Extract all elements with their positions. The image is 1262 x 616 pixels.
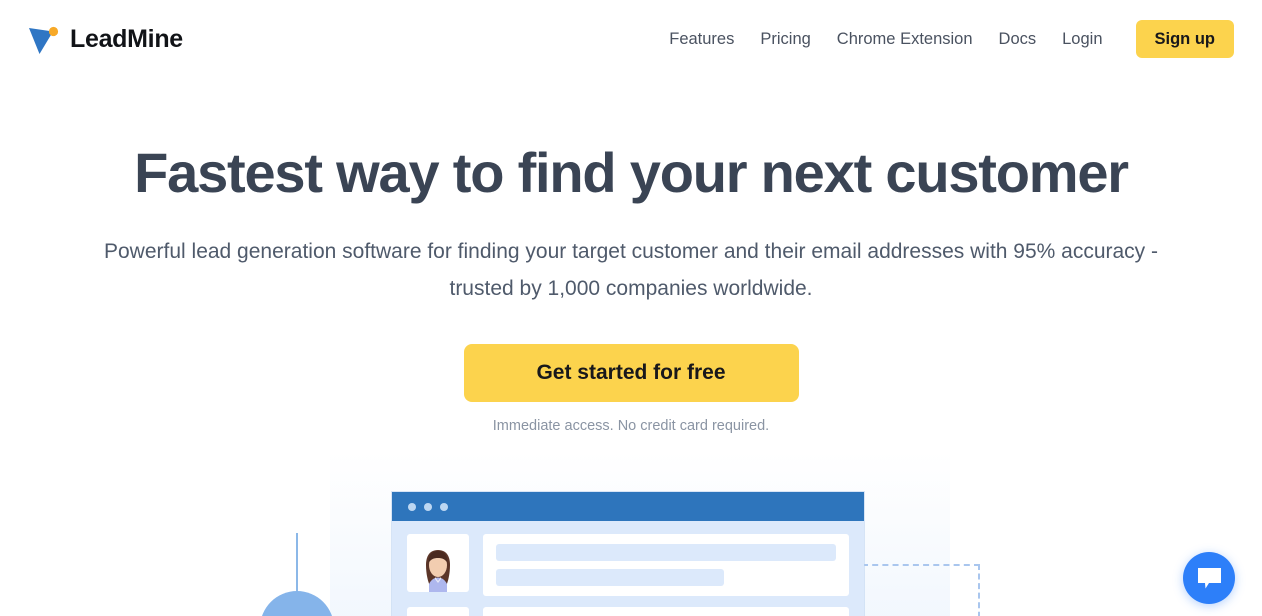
signup-button[interactable]: Sign up: [1135, 19, 1234, 59]
site-header: LeadMine Features Pricing Chrome Extensi…: [0, 0, 1262, 78]
hero-illustration: [0, 452, 1262, 616]
nav-item-login[interactable]: Login: [1049, 31, 1115, 48]
browser-title-bar: [392, 492, 864, 521]
map-pin-marker-icon: [260, 591, 334, 616]
get-started-button[interactable]: Get started for free: [463, 343, 799, 402]
nav-item-docs[interactable]: Docs: [986, 31, 1050, 48]
hero-section: Fastest way to find your next customer P…: [0, 78, 1262, 433]
avatar: [407, 607, 469, 616]
window-dot-icon: [440, 502, 448, 511]
hero-cta-group: Get started for free Immediate access. N…: [0, 343, 1262, 434]
browser-window-mockup: [392, 492, 864, 616]
window-dot-icon: [424, 502, 432, 511]
dashed-outline-card: [862, 564, 980, 616]
list-item: [407, 607, 849, 616]
page-title: Fastest way to find your next customer: [134, 141, 1129, 204]
placeholder-bar-long: [496, 544, 836, 561]
nav-item-chrome-extension[interactable]: Chrome Extension: [824, 31, 986, 48]
list-item: [407, 534, 849, 596]
landing-page: LeadMine Features Pricing Chrome Extensi…: [0, 0, 1262, 616]
main-navigation: Features Pricing Chrome Extension Docs L…: [656, 19, 1234, 59]
chat-widget-button[interactable]: [1183, 552, 1235, 604]
browser-content-area: [392, 521, 864, 616]
placeholder-bar-short: [496, 569, 724, 586]
content-placeholder-card: [483, 607, 849, 616]
hero-subtitle: Powerful lead generation software for fi…: [103, 239, 1159, 300]
brand-name: LeadMine: [70, 24, 183, 53]
content-placeholder-card: [483, 534, 849, 596]
avatar: [407, 534, 469, 592]
cta-note: Immediate access. No credit card require…: [492, 417, 770, 434]
nav-item-features[interactable]: Features: [656, 31, 747, 48]
person-avatar-icon: [426, 550, 450, 592]
nav-item-pricing[interactable]: Pricing: [747, 31, 823, 48]
brand-logo-link[interactable]: LeadMine: [26, 22, 183, 56]
chat-bubble-icon: [1197, 567, 1221, 588]
window-dot-icon: [408, 502, 416, 511]
leadmine-arrow-logo-icon: [29, 26, 59, 54]
